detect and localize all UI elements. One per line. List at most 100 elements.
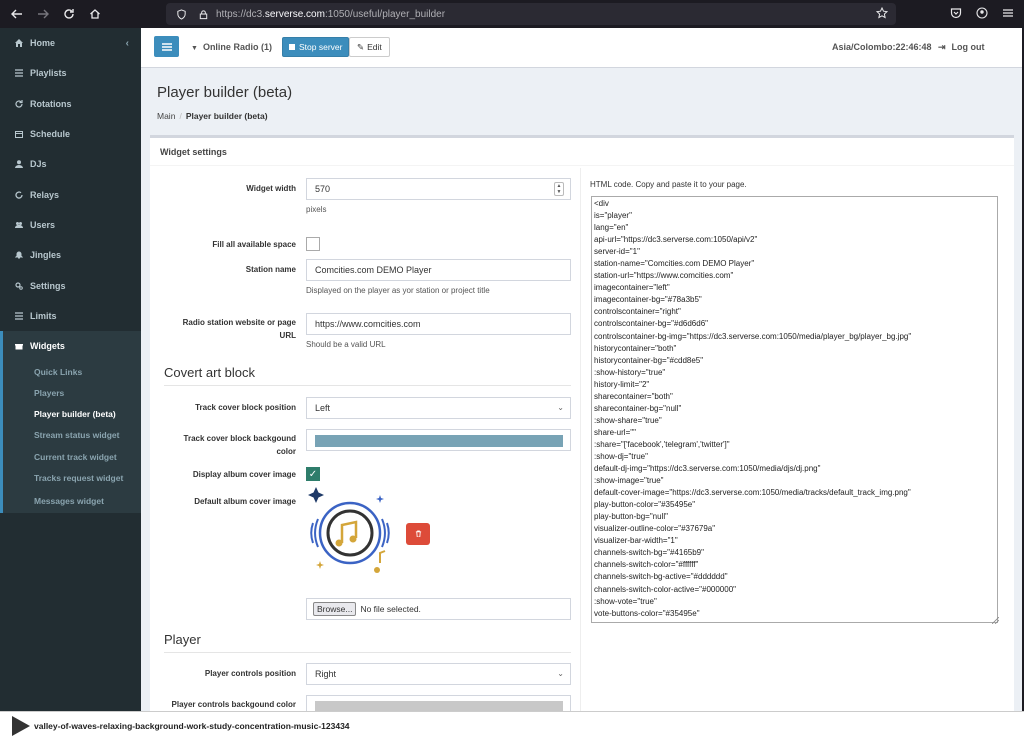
sidebar-item-jingles[interactable]: Jingles bbox=[0, 240, 141, 270]
lock-icon bbox=[196, 7, 210, 21]
sidebar-item-playlists[interactable]: Playlists bbox=[0, 58, 141, 88]
cover-bg-label: Track cover block backgound color bbox=[183, 434, 296, 456]
relay-icon bbox=[14, 190, 24, 200]
sidebar-subitem-players[interactable]: Players bbox=[3, 382, 141, 403]
cover-section-title: Covert art block bbox=[164, 365, 256, 380]
default-cover-label: Default album cover image bbox=[194, 497, 296, 506]
sidebar-item-settings[interactable]: Settings bbox=[0, 270, 141, 300]
radio-selector[interactable]: ▼ Online Radio (1) bbox=[191, 42, 272, 52]
sidebar-subitem-messages[interactable]: Messages widget bbox=[3, 488, 141, 513]
browse-button[interactable]: Browse... bbox=[313, 602, 357, 616]
controls-position-select[interactable]: Right ⌄ bbox=[306, 663, 571, 685]
sidebar-subitem-quick-links[interactable]: Quick Links bbox=[3, 361, 141, 382]
default-cover-image bbox=[302, 485, 398, 581]
sidebar-item-limits[interactable]: Limits bbox=[0, 301, 141, 331]
stop-server-button[interactable]: Stop server bbox=[282, 37, 350, 57]
controls-bg-label: Player controls backgound color bbox=[171, 700, 296, 709]
breadcrumb-current: Player builder (beta) bbox=[185, 111, 268, 121]
station-name-label: Station name bbox=[245, 265, 296, 274]
controls-bg-swatch bbox=[315, 701, 563, 711]
caret-down-icon: ▼ bbox=[191, 45, 198, 52]
widget-width-input[interactable]: 570 ▲ ▼ bbox=[306, 178, 571, 200]
url-bar[interactable]: https://dc3.serverse.com:1050/useful/pla… bbox=[166, 3, 896, 25]
url-label: Radio station website or page URL bbox=[182, 318, 296, 340]
file-status: No file selected. bbox=[360, 604, 421, 614]
browser-toolbar: https://dc3.serverse.com:1050/useful/pla… bbox=[0, 0, 1024, 28]
fill-label: Fill all available space bbox=[212, 240, 296, 249]
chevron-left-icon: ‹ bbox=[125, 37, 129, 49]
sidebar-item-users[interactable]: Users bbox=[0, 210, 141, 240]
display-cover-label: Display album cover image bbox=[192, 470, 296, 479]
trash-icon bbox=[415, 529, 422, 539]
controls-position-label: Player controls position bbox=[204, 669, 296, 678]
reload-icon[interactable] bbox=[60, 5, 78, 23]
box-title: Widget settings bbox=[150, 138, 1014, 166]
display-cover-checkbox[interactable]: ✓ bbox=[306, 467, 320, 481]
bookmark-star-icon[interactable] bbox=[875, 6, 890, 21]
spinner-icon[interactable]: ▲ ▼ bbox=[554, 182, 564, 196]
track-name: valley-of-waves-relaxing-background-work… bbox=[34, 720, 350, 731]
sidebar-item-relays[interactable]: Relays bbox=[0, 179, 141, 209]
sidebar-item-djs[interactable]: DJs bbox=[0, 149, 141, 179]
play-icon[interactable] bbox=[12, 715, 30, 736]
logout-link[interactable]: ⇥ Log out bbox=[938, 42, 985, 53]
sidebar-item-schedule[interactable]: Schedule bbox=[0, 119, 141, 149]
resize-handle-icon[interactable] bbox=[992, 617, 999, 624]
sidebar-subitem-current-track[interactable]: Current track widget bbox=[3, 446, 141, 467]
top-navbar: ▼ Online Radio (1) Stop server ✎ Edit Asia… bbox=[141, 28, 1022, 68]
controls-bg-color-picker[interactable] bbox=[306, 695, 571, 711]
sidebar-subitem-player-builder[interactable]: Player builder (beta) bbox=[3, 404, 141, 425]
forward-arrow-icon[interactable] bbox=[34, 5, 52, 23]
pocket-icon[interactable] bbox=[948, 5, 964, 21]
file-input[interactable]: Browse... No file selected. bbox=[306, 598, 571, 620]
refresh-icon bbox=[14, 99, 24, 109]
edit-icon: ✎ bbox=[357, 41, 365, 52]
chevron-down-icon: ⌄ bbox=[557, 669, 564, 678]
sidebar-item-rotations[interactable]: Rotations bbox=[0, 89, 141, 119]
code-hint: HTML code. Copy and paste it to your pag… bbox=[590, 180, 747, 189]
cover-bg-swatch bbox=[315, 435, 563, 447]
menu-toggle-button[interactable] bbox=[154, 36, 179, 57]
edit-button[interactable]: ✎ Edit bbox=[349, 37, 390, 57]
html-code-textarea[interactable]: <div is="player" lang="en" api-url="http… bbox=[591, 196, 998, 623]
server-time: Asia/Colombo:22:46:48 bbox=[832, 42, 932, 52]
sidebar-subitem-tracks-request[interactable]: Tracks request widget bbox=[3, 467, 141, 488]
user-icon bbox=[14, 159, 24, 169]
list-icon bbox=[14, 68, 24, 78]
sidebar-item-widgets[interactable]: Widgets bbox=[3, 331, 141, 361]
chevron-down-icon: ⌄ bbox=[557, 403, 564, 412]
width-help: pixels bbox=[306, 205, 327, 214]
fill-space-checkbox[interactable] bbox=[306, 237, 320, 251]
stop-icon bbox=[289, 44, 295, 50]
home-icon bbox=[14, 38, 24, 48]
menu-icon[interactable] bbox=[1000, 5, 1016, 21]
width-label: Widget width bbox=[246, 184, 296, 193]
cover-position-select[interactable]: Left ⌄ bbox=[306, 397, 571, 419]
audio-player-bar: valley-of-waves-relaxing-background-work… bbox=[0, 711, 1024, 739]
station-name-input[interactable]: Comcities.com DEMO Player bbox=[306, 259, 571, 281]
station-url-input[interactable]: https://www.comcities.com bbox=[306, 313, 571, 335]
widget-settings-box: Widget settings Widget width 570 ▲ ▼ pixel… bbox=[150, 135, 1014, 711]
station-name-help: Displayed on the player as yor station o… bbox=[306, 286, 490, 295]
check-icon: ✓ bbox=[308, 468, 318, 480]
sidebar-subitem-stream-status[interactable]: Stream status widget bbox=[3, 425, 141, 446]
bell-icon bbox=[14, 250, 24, 260]
cover-bg-color-picker[interactable] bbox=[306, 429, 571, 451]
url-text: https://dc3.serverse.com:1050/useful/pla… bbox=[216, 8, 446, 20]
sidebar-group-widgets: Widgets Quick Links Players Player build… bbox=[0, 330, 141, 514]
url-help: Should be a valid URL bbox=[306, 340, 386, 349]
player-section-title: Player bbox=[164, 632, 201, 647]
column-divider bbox=[580, 168, 581, 711]
delete-image-button[interactable] bbox=[406, 523, 430, 545]
account-icon[interactable] bbox=[974, 5, 990, 21]
users-icon bbox=[14, 220, 24, 230]
back-arrow-icon[interactable] bbox=[8, 5, 26, 23]
page-title: Player builder (beta) bbox=[157, 84, 293, 101]
breadcrumb: Main / Player builder (beta) bbox=[157, 111, 268, 121]
main-content: ▼ Online Radio (1) Stop server ✎ Edit Asia… bbox=[141, 28, 1022, 711]
home-icon[interactable] bbox=[86, 5, 104, 23]
sidebar-item-home[interactable]: Home ‹ bbox=[0, 28, 141, 58]
gears-icon bbox=[14, 281, 24, 291]
breadcrumb-main[interactable]: Main bbox=[157, 111, 175, 121]
calendar-icon bbox=[14, 129, 24, 139]
